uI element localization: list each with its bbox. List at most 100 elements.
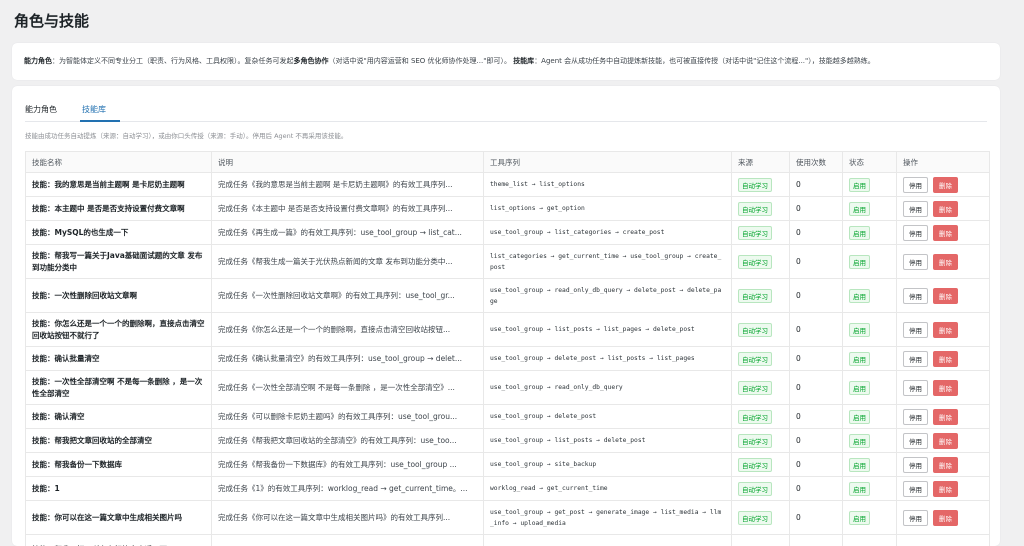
source-badge: 自动学习	[738, 323, 772, 337]
delete-button[interactable]: 删除	[933, 322, 958, 338]
disable-button[interactable]: 停用	[903, 322, 928, 338]
use-count: 0	[790, 477, 843, 501]
skill-desc: 完成任务《帮我备份一下数据库》的有效工具序列：use_tool_group ..…	[212, 453, 484, 477]
skill-tools: use_tool_group → list_categories → theme…	[484, 535, 732, 546]
delete-button[interactable]: 删除	[933, 409, 958, 425]
source-badge: 自动学习	[738, 226, 772, 240]
use-count: 0	[790, 245, 843, 279]
source-badge: 自动学习	[738, 434, 772, 448]
delete-button[interactable]: 删除	[933, 201, 958, 217]
table-row: 技能：1完成任务《1》的有效工具序列：worklog_read → get_cu…	[26, 477, 990, 501]
roles-label: 能力角色	[24, 57, 52, 65]
skill-name: 技能：帮我…把…所有在标签中合适…可…	[26, 535, 212, 546]
skill-name: 技能：1	[26, 477, 212, 501]
table-row: 技能：帮我把文章回收站的全部清空完成任务《帮我把文章回收站的全部清空》的有效工具…	[26, 429, 990, 453]
source-badge: 自动学习	[738, 511, 772, 525]
source-badge: 自动学习	[738, 458, 772, 472]
disable-button[interactable]: 停用	[903, 254, 928, 270]
table-row: 技能：帮我…把…所有在标签中合适…可… use_tool_group → list…	[26, 535, 990, 546]
skill-tools: use_tool_group → site_backup	[484, 453, 732, 477]
use-count: 0	[790, 347, 843, 371]
delete-button[interactable]: 删除	[933, 177, 958, 193]
col-header-uses: 使用次数	[790, 152, 843, 173]
delete-button[interactable]: 删除	[933, 288, 958, 304]
skills-label: 技能库	[513, 57, 534, 65]
table-row: 技能：确认清空完成任务《可以删除卡尼奶主题吗》的有效工具序列：use_tool_…	[26, 405, 990, 429]
skill-tools: use_tool_group → read_only_db_query → de…	[484, 279, 732, 313]
status-badge: 启用	[849, 202, 870, 216]
delete-button[interactable]: 删除	[933, 433, 958, 449]
use-count: 0	[790, 279, 843, 313]
col-header-desc: 说明	[212, 152, 484, 173]
delete-button[interactable]: 删除	[933, 380, 958, 396]
source-badge: 自动学习	[738, 410, 772, 424]
disable-button[interactable]: 停用	[903, 457, 928, 473]
table-row: 技能：帮我写一篇关于Java基础面试题的文章 发布到功能分类中完成任务《帮我生成…	[26, 245, 990, 279]
delete-button[interactable]: 删除	[933, 457, 958, 473]
skill-tools: use_tool_group → list_posts → list_pages…	[484, 313, 732, 347]
skill-name: 技能：帮我写一篇关于Java基础面试题的文章 发布到功能分类中	[26, 245, 212, 279]
skill-tools: use_tool_group → read_only_db_query	[484, 371, 732, 405]
skill-tools: list_categories → get_current_time → use…	[484, 245, 732, 279]
disable-button[interactable]: 停用	[903, 288, 928, 304]
delete-button[interactable]: 删除	[933, 254, 958, 270]
delete-button[interactable]: 删除	[933, 225, 958, 241]
skill-tools: use_tool_group → list_categories → creat…	[484, 221, 732, 245]
active-tab-indicator	[80, 120, 120, 122]
roles-text: ：为智能体定义不同专业分工（职责、行为风格、工具权限）。复杂任务可发起	[52, 57, 294, 65]
use-count: 0	[790, 221, 843, 245]
page-title: 角色与技能	[14, 10, 89, 31]
skill-name: 技能：你怎么还是一个一个的删除啊，直接点击清空回收站按钮不就行了	[26, 313, 212, 347]
table-row: 技能：一次性全部清空啊 不是每一条删除 ，是一次性全部清空完成任务《一次性全部清…	[26, 371, 990, 405]
disable-button[interactable]: 停用	[903, 481, 928, 497]
table-row: 技能：本主题中 是否是否支持设置付费文章啊完成任务《本主题中 是否是否支持设置付…	[26, 197, 990, 221]
disable-button[interactable]: 停用	[903, 433, 928, 449]
use-count: 0	[790, 429, 843, 453]
table-row: 技能：确认批量清空完成任务《确认批量清空》的有效工具序列：use_tool_gr…	[26, 347, 990, 371]
delete-button[interactable]: 删除	[933, 351, 958, 367]
use-count: 0	[790, 371, 843, 405]
disable-button[interactable]: 停用	[903, 225, 928, 241]
skill-desc: 完成任务《你怎么还是一个一个的删除啊，直接点击清空回收站按钮...	[212, 313, 484, 347]
use-count: 0	[790, 501, 843, 535]
disable-button[interactable]: 停用	[903, 409, 928, 425]
disable-button[interactable]: 停用	[903, 510, 928, 526]
status-badge: 启用	[849, 178, 870, 192]
col-header-status: 状态	[843, 152, 897, 173]
tab-roles[interactable]: 能力角色	[25, 104, 57, 115]
col-header-name: 技能名称	[26, 152, 212, 173]
disable-button[interactable]: 停用	[903, 201, 928, 217]
disable-button[interactable]: 停用	[903, 351, 928, 367]
col-header-tools: 工具序列	[484, 152, 732, 173]
status-badge: 启用	[849, 255, 870, 269]
skill-desc: 完成任务《可以删除卡尼奶主题吗》的有效工具序列：use_tool_grou...	[212, 405, 484, 429]
skill-name: 技能：帮我备份一下数据库	[26, 453, 212, 477]
use-count: 0	[790, 173, 843, 197]
skills-table: 技能名称 说明 工具序列 来源 使用次数 状态 操作 技能：我的意思是当前主题啊…	[25, 151, 990, 546]
delete-button[interactable]: 删除	[933, 510, 958, 526]
skill-name: 技能：一次性删除回收站文章啊	[26, 279, 212, 313]
skill-tools: list_options → get_option	[484, 197, 732, 221]
skill-name: 技能：MySQL的也生成一下	[26, 221, 212, 245]
tab-skills[interactable]: 技能库	[82, 104, 106, 115]
use-count: 0	[790, 197, 843, 221]
use-count: 0	[790, 405, 843, 429]
disable-button[interactable]: 停用	[903, 177, 928, 193]
disable-button[interactable]: 停用	[903, 380, 928, 396]
use-count: 0	[790, 313, 843, 347]
table-row: 技能：你怎么还是一个一个的删除啊，直接点击清空回收站按钮不就行了完成任务《你怎么…	[26, 313, 990, 347]
tab-bar: 能力角色 技能库	[25, 98, 987, 122]
delete-button[interactable]: 删除	[933, 481, 958, 497]
skill-tools: use_tool_group → delete_post	[484, 405, 732, 429]
skill-desc: 完成任务《本主题中 是否是否支持设置付费文章啊》的有效工具序列...	[212, 197, 484, 221]
skill-name: 技能：本主题中 是否是否支持设置付费文章啊	[26, 197, 212, 221]
table-row: 技能：我的意思是当前主题啊 是卡尼奶主题啊完成任务《我的意思是当前主题啊 是卡尼…	[26, 173, 990, 197]
source-badge: 自动学习	[738, 202, 772, 216]
status-badge: 启用	[849, 482, 870, 496]
col-header-actions: 操作	[897, 152, 990, 173]
skill-name: 技能：确认清空	[26, 405, 212, 429]
status-badge: 启用	[849, 458, 870, 472]
status-badge: 启用	[849, 381, 870, 395]
source-badge: 自动学习	[738, 381, 772, 395]
table-row: 技能：一次性删除回收站文章啊完成任务《一次性删除回收站文章啊》的有效工具序列：u…	[26, 279, 990, 313]
